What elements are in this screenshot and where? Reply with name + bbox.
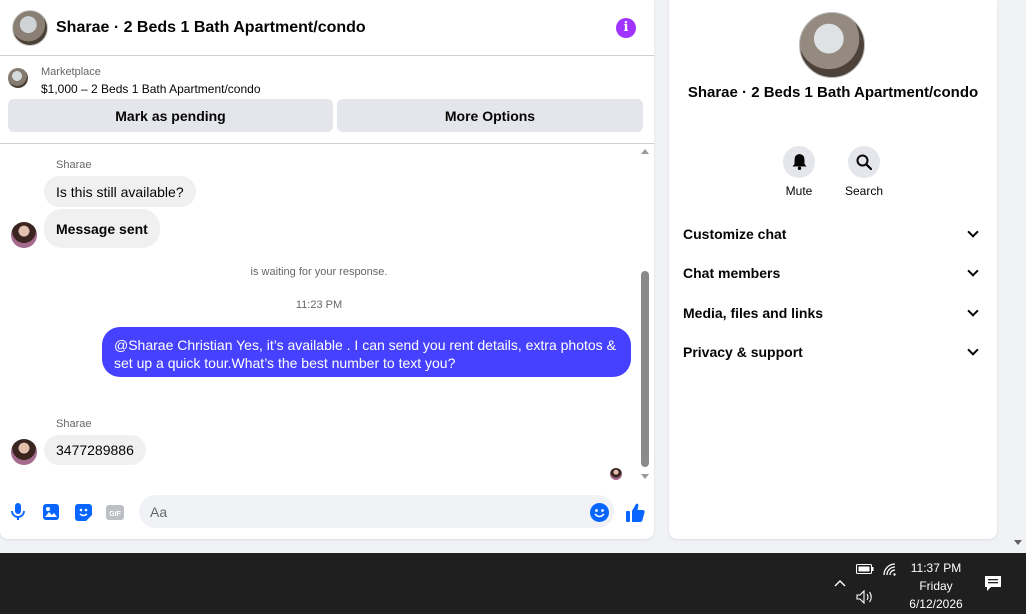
listing-thumbnail[interactable]	[8, 68, 28, 88]
mark-as-pending-button[interactable]: Mark as pending	[8, 99, 333, 132]
bell-icon[interactable]	[783, 146, 815, 178]
chevron-up-icon[interactable]	[832, 575, 848, 591]
section-label: Media, files and links	[683, 305, 824, 321]
section-privacy-support[interactable]: Privacy & support	[683, 340, 983, 364]
incoming-message[interactable]: Is this still available?	[44, 176, 196, 207]
info-icon[interactable]: i	[616, 17, 636, 38]
chevron-down-icon	[967, 305, 979, 317]
chat-title[interactable]: Sharae · 2 Beds 1 Bath Apartment/condo	[56, 19, 616, 37]
chevron-down-icon	[967, 265, 979, 277]
message-composer: GIF	[0, 492, 654, 532]
section-label: Privacy & support	[683, 344, 803, 360]
search-action[interactable]: Search	[834, 146, 894, 198]
contact-avatar[interactable]	[11, 222, 37, 248]
mute-label: Mute	[785, 184, 813, 198]
thumbs-up-icon[interactable]	[625, 502, 645, 522]
sender-name: Sharae	[56, 159, 92, 171]
message-timestamp: 11:23 PM	[295, 299, 343, 311]
clock-time: 11:37 PM	[910, 561, 962, 575]
info-avatar[interactable]	[799, 12, 865, 78]
sender-name: Sharae	[56, 418, 92, 430]
section-label: Customize chat	[683, 226, 787, 242]
chat-header: Sharae · 2 Beds 1 Bath Apartment/condo i	[0, 0, 654, 56]
volume-icon[interactable]	[855, 589, 875, 605]
mute-action[interactable]: Mute	[769, 146, 829, 198]
search-icon[interactable]	[848, 146, 880, 178]
gif-text: GIF	[109, 511, 121, 518]
emoji-icon[interactable]	[589, 502, 609, 522]
contact-avatar[interactable]	[11, 439, 37, 465]
marketplace-banner: Marketplace $1,000 – 2 Beds 1 Bath Apart…	[0, 56, 654, 144]
gif-icon[interactable]: GIF	[105, 502, 125, 522]
chevron-down-icon	[967, 226, 979, 238]
marketplace-label: Marketplace	[41, 66, 101, 78]
message-input-box[interactable]	[139, 495, 614, 528]
chat-avatar[interactable]	[12, 9, 48, 46]
search-label: Search	[844, 184, 884, 198]
message-list: Sharae Is this still available? Message …	[0, 144, 638, 484]
system-clock[interactable]: 11:37 PM Friday 6/12/2026	[900, 559, 972, 613]
windows-taskbar: 11:37 PM Friday 6/12/2026	[0, 553, 1026, 614]
chat-panel: Sharae · 2 Beds 1 Bath Apartment/condo i…	[0, 0, 654, 539]
chevron-down-icon	[967, 344, 979, 356]
wifi-icon[interactable]	[880, 561, 900, 577]
incoming-message[interactable]: 3477289886	[44, 435, 146, 465]
clock-date: 6/12/2026	[909, 597, 963, 611]
scroll-down-arrow[interactable]	[641, 474, 649, 479]
outgoing-message[interactable]: @Sharae Christian Yes, it’s available . …	[102, 327, 631, 377]
sticker-icon[interactable]	[73, 502, 93, 522]
info-chat-name: Sharae · 2 Beds 1 Bath Apartment/condo	[687, 84, 979, 101]
microphone-icon[interactable]	[8, 502, 28, 522]
read-receipt-avatar	[610, 468, 622, 480]
message-input[interactable]	[150, 503, 570, 520]
scroll-thumb[interactable]	[641, 271, 649, 467]
scroll-up-arrow[interactable]	[641, 149, 649, 154]
section-media-files-links[interactable]: Media, files and links	[683, 301, 983, 325]
chat-info-panel: Sharae · 2 Beds 1 Bath Apartment/condo M…	[669, 0, 997, 539]
battery-icon[interactable]	[855, 561, 875, 577]
section-label: Chat members	[683, 265, 781, 281]
more-options-button[interactable]: More Options	[337, 99, 643, 132]
listing-summary[interactable]: $1,000 – 2 Beds 1 Bath Apartment/condo	[41, 82, 261, 96]
section-chat-members[interactable]: Chat members	[683, 261, 983, 285]
notification-icon[interactable]	[983, 573, 1003, 593]
clock-day: Friday	[919, 579, 953, 593]
section-customize-chat[interactable]: Customize chat	[683, 222, 983, 246]
page-scroll-down-arrow[interactable]	[1014, 540, 1022, 545]
photo-icon[interactable]	[41, 502, 61, 522]
message-scrollbar[interactable]	[638, 146, 652, 482]
incoming-message[interactable]: Message sent	[44, 209, 160, 248]
waiting-note: is waiting for your response.	[250, 266, 388, 278]
